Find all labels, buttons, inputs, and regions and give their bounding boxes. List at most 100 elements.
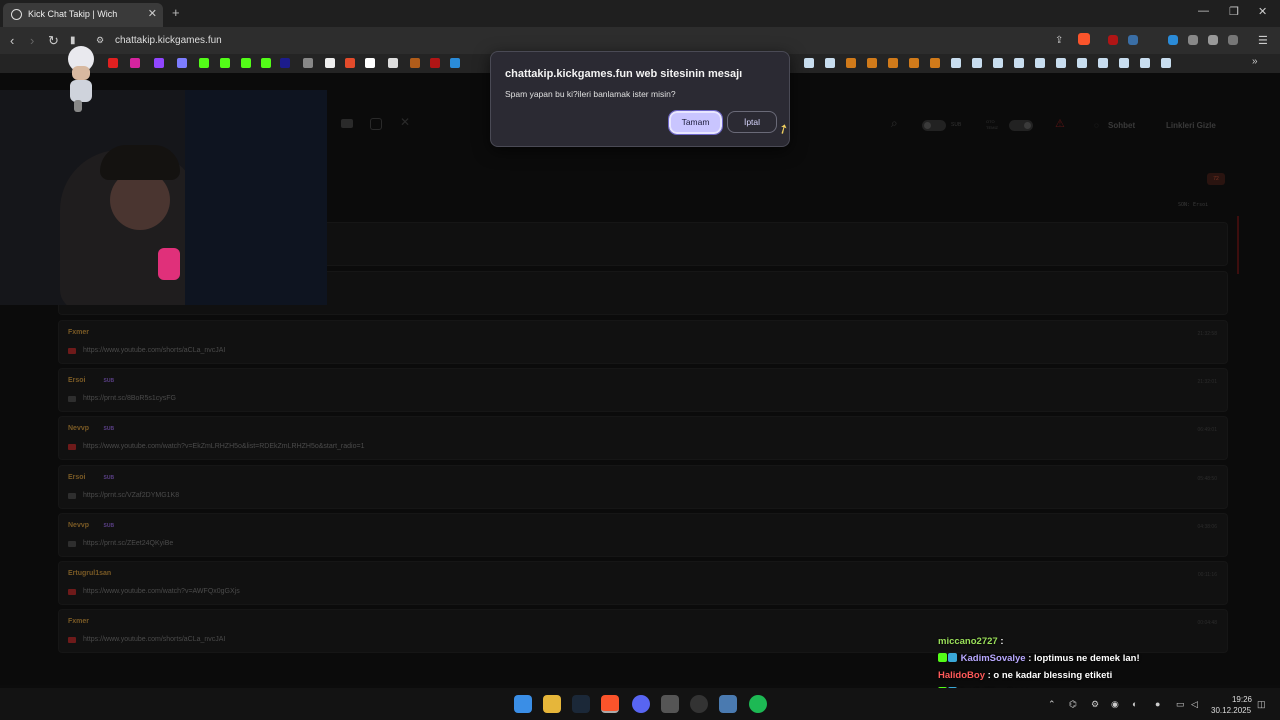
bookmark-icon[interactable] bbox=[261, 58, 271, 68]
bookmarks-overflow-icon[interactable]: » bbox=[1252, 56, 1258, 67]
notification-icon[interactable]: ◫ bbox=[1257, 699, 1266, 710]
url-field[interactable]: chattakip.kickgames.fun bbox=[115, 35, 222, 46]
bookmark-icon[interactable] bbox=[888, 58, 898, 68]
bookmark-icon[interactable] bbox=[846, 58, 856, 68]
message-row[interactable]: Fxmer https://www.youtube.com/shorts/aCLa… bbox=[58, 609, 1228, 653]
extensions-puzzle-icon[interactable] bbox=[1208, 35, 1218, 45]
bookmark-icon[interactable] bbox=[345, 58, 355, 68]
bookmark-icon[interactable] bbox=[365, 58, 375, 68]
extension-icon[interactable] bbox=[1188, 35, 1198, 45]
network-icon[interactable]: ▭ bbox=[1176, 699, 1185, 710]
reload-icon[interactable]: ↻ bbox=[48, 33, 59, 49]
bookmark-icon[interactable] bbox=[410, 58, 420, 68]
tab-close-icon[interactable]: ✕ bbox=[148, 7, 157, 20]
message-row[interactable]: Ertugrul1san https://www.youtube.com/watc… bbox=[58, 561, 1228, 605]
steam-icon[interactable] bbox=[572, 695, 590, 713]
message-username[interactable]: Ersoi bbox=[68, 474, 86, 481]
bookmark-icon[interactable] bbox=[993, 58, 1003, 68]
window-close-button[interactable]: ✕ bbox=[1258, 5, 1267, 18]
extension-icon[interactable] bbox=[1128, 35, 1138, 45]
microphone-icon[interactable]: ● bbox=[1155, 699, 1160, 709]
speaker-icon[interactable]: ◁ bbox=[1191, 699, 1198, 710]
sohbet-button[interactable]: Sohbet bbox=[1108, 121, 1135, 130]
bookmark-icon[interactable] bbox=[1140, 58, 1150, 68]
bookmark-icon[interactable] bbox=[1056, 58, 1066, 68]
bookmark-icon[interactable] bbox=[1077, 58, 1087, 68]
bookmark-icon[interactable] bbox=[303, 58, 313, 68]
bookmark-icon[interactable] bbox=[130, 58, 140, 68]
tray-icon[interactable]: ⚙ bbox=[1091, 699, 1099, 710]
app-icon[interactable] bbox=[661, 695, 679, 713]
bookmark-icon[interactable] bbox=[804, 58, 814, 68]
bookmark-icon[interactable] bbox=[325, 58, 335, 68]
bookmark-icon[interactable] bbox=[177, 58, 187, 68]
show-hidden-icons[interactable]: ⌃ bbox=[1048, 699, 1056, 710]
brave-shield-icon[interactable] bbox=[1078, 33, 1090, 45]
message-row[interactable]: Nevvp SUB https://prnt.sc/ZEet24QKyiBe 04:3… bbox=[58, 513, 1228, 557]
cancel-button[interactable]: İptal bbox=[727, 111, 777, 133]
clock-time[interactable]: 19:26 bbox=[1222, 695, 1252, 704]
ublock-icon[interactable] bbox=[1108, 35, 1118, 45]
new-tab-button[interactable]: + bbox=[172, 5, 180, 20]
minimize-button[interactable]: — bbox=[1198, 5, 1209, 17]
volume-tray-icon[interactable]: ◐ bbox=[1132, 699, 1137, 709]
message-link[interactable]: https://prnt.sc/8BoR5s1cysFG bbox=[83, 395, 176, 402]
file-explorer-icon[interactable] bbox=[543, 695, 561, 713]
bookmark-icon[interactable] bbox=[1098, 58, 1108, 68]
start-icon[interactable] bbox=[514, 695, 532, 713]
message-username[interactable]: Ertugrul1san bbox=[68, 570, 111, 577]
brave-browser-icon[interactable] bbox=[601, 695, 619, 713]
message-link[interactable]: https://www.youtube.com/watch?v=AWFQx0gG… bbox=[83, 588, 240, 595]
bookmark-icon[interactable] bbox=[154, 58, 164, 68]
menu-icon[interactable]: ☰ bbox=[1258, 34, 1268, 47]
bookmark-icon[interactable] bbox=[388, 58, 398, 68]
message-row[interactable]: Ersoi SUB https://prnt.sc/8BoR5s1cysFG 21:3… bbox=[58, 368, 1228, 412]
sidebar-icon[interactable] bbox=[1228, 35, 1238, 45]
bookmark-icon[interactable] bbox=[199, 58, 209, 68]
bookmark-icon[interactable] bbox=[867, 58, 877, 68]
bookmark-icon[interactable] bbox=[241, 58, 251, 68]
clock-date[interactable]: 30.12.2025 bbox=[1211, 706, 1251, 715]
x-twitter-icon[interactable]: ✕ bbox=[400, 115, 410, 129]
bookmark-icon[interactable] bbox=[430, 58, 440, 68]
bookmark-icon[interactable] bbox=[1119, 58, 1129, 68]
bookmark-icon[interactable] bbox=[1014, 58, 1024, 68]
scrollbar-thumb[interactable] bbox=[1237, 216, 1239, 274]
message-link[interactable]: https://www.youtube.com/shorts/aCLa_nvcJ… bbox=[83, 347, 225, 354]
bookmark-icon[interactable] bbox=[930, 58, 940, 68]
bookmark-icon[interactable] bbox=[825, 58, 835, 68]
message-username[interactable]: Nevvp bbox=[68, 425, 89, 432]
message-username[interactable]: Fxmer bbox=[68, 618, 89, 625]
obs-icon[interactable] bbox=[690, 695, 708, 713]
bookmark-icon[interactable] bbox=[220, 58, 230, 68]
auto-clean-toggle[interactable] bbox=[1009, 120, 1033, 131]
message-username[interactable]: Ersoi bbox=[68, 377, 86, 384]
bookmark-icon[interactable] bbox=[909, 58, 919, 68]
back-icon[interactable]: ‹ bbox=[10, 33, 14, 48]
instagram-icon[interactable] bbox=[370, 118, 382, 130]
message-username[interactable]: Nevvp bbox=[68, 522, 89, 529]
tray-icon[interactable]: ⌬ bbox=[1069, 699, 1077, 710]
bookmark-icon[interactable] bbox=[951, 58, 961, 68]
message-link[interactable]: https://www.youtube.com/watch?v=EkZmLRHZ… bbox=[83, 443, 364, 450]
bookmark-icon[interactable] bbox=[280, 58, 290, 68]
bookmark-icon[interactable] bbox=[1035, 58, 1045, 68]
bookmark-icon[interactable] bbox=[1161, 58, 1171, 68]
message-link[interactable]: https://prnt.sc/ZEet24QKyiBe bbox=[83, 540, 173, 547]
hide-links-button[interactable]: Linkleri Gizle bbox=[1166, 121, 1216, 130]
sub-toggle[interactable] bbox=[922, 120, 946, 131]
bookmark-icon[interactable] bbox=[108, 58, 118, 68]
extension-icon[interactable] bbox=[1168, 35, 1178, 45]
steam-tray-icon[interactable]: ◉ bbox=[1111, 699, 1119, 710]
bookmark-icon[interactable] bbox=[450, 58, 460, 68]
share-icon[interactable]: ⇪ bbox=[1055, 35, 1063, 46]
forward-icon[interactable]: › bbox=[30, 33, 34, 48]
youtube-icon[interactable] bbox=[341, 119, 353, 128]
message-row[interactable]: Fxmer https://www.youtube.com/shorts/aCLa… bbox=[58, 320, 1228, 364]
browser-tab[interactable]: Kick Chat Takip | Wich ✕ bbox=[3, 3, 163, 27]
spotify-icon[interactable] bbox=[749, 695, 767, 713]
message-link[interactable]: https://www.youtube.com/shorts/aCLa_nvcJ… bbox=[83, 636, 225, 643]
maximize-button[interactable]: ❐ bbox=[1229, 5, 1239, 18]
search-icon[interactable]: ⌕ bbox=[891, 116, 898, 131]
message-row[interactable]: Nevvp SUB https://www.youtube.com/watch?v=… bbox=[58, 416, 1228, 460]
